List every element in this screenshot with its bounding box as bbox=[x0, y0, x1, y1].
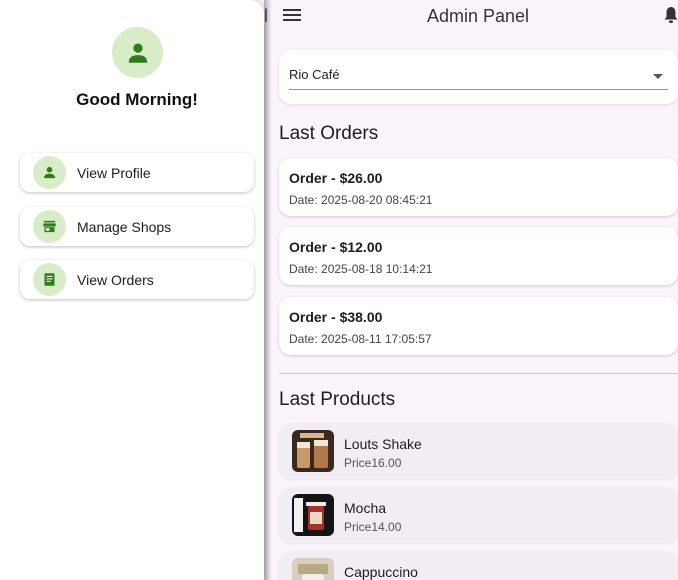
shop-selector-card: Rio Café bbox=[279, 50, 678, 104]
order-date: Date: 2025-08-18 10:14:21 bbox=[289, 262, 433, 276]
product-name: Louts Shake bbox=[344, 436, 422, 452]
order-date: Date: 2025-08-20 08:45:21 bbox=[289, 193, 433, 207]
product-thumbnail-mocha bbox=[292, 494, 334, 536]
product-card[interactable]: Cappuccino bbox=[279, 551, 678, 580]
last-products-title: Last Products bbox=[279, 389, 396, 410]
product-price: Price16.00 bbox=[344, 456, 402, 470]
nav-item-label: View Profile bbox=[77, 165, 151, 181]
nav-item-view-orders[interactable]: View Orders bbox=[20, 260, 254, 299]
order-date: Date: 2025-08-11 17:05:57 bbox=[289, 332, 432, 346]
notification-bell-icon[interactable] bbox=[663, 6, 678, 24]
order-title: Order - $12.00 bbox=[289, 239, 383, 255]
receipt-icon bbox=[33, 263, 66, 296]
page-title: Admin Panel bbox=[426, 6, 530, 26]
order-card[interactable]: Order - $38.00 Date: 2025-08-11 17:05:57 bbox=[279, 297, 678, 355]
person-icon bbox=[128, 43, 148, 63]
nav-item-label: Manage Shops bbox=[77, 219, 172, 235]
product-card[interactable]: Mocha Price14.00 bbox=[279, 487, 678, 543]
navigation-drawer: Good Morning! View Profile Manage Shops bbox=[0, 0, 264, 580]
nav-item-label: View Orders bbox=[77, 272, 154, 288]
greeting-text: Good Morning! bbox=[76, 90, 198, 109]
product-name: Cappuccino bbox=[344, 564, 418, 580]
last-orders-title: Last Orders bbox=[279, 123, 379, 144]
store-icon bbox=[33, 210, 66, 243]
order-title: Order - $38.00 bbox=[289, 309, 383, 325]
product-thumbnail-louts-shake bbox=[292, 430, 334, 472]
drawer-shadow bbox=[264, 0, 272, 580]
dropdown-arrow-icon bbox=[653, 74, 663, 79]
shop-dropdown[interactable]: Rio Café bbox=[289, 66, 668, 90]
nav-item-manage-shops[interactable]: Manage Shops bbox=[20, 207, 254, 246]
shop-dropdown-value: Rio Café bbox=[289, 67, 340, 82]
order-title: Order - $26.00 bbox=[289, 170, 383, 186]
section-divider bbox=[279, 373, 678, 374]
order-card[interactable]: Order - $12.00 Date: 2025-08-18 10:14:21 bbox=[279, 227, 678, 285]
nav-item-view-profile[interactable]: View Profile bbox=[20, 153, 254, 192]
avatar bbox=[112, 27, 163, 78]
product-card[interactable]: Louts Shake Price16.00 bbox=[279, 423, 678, 479]
order-card[interactable]: Order - $26.00 Date: 2025-08-20 08:45:21 bbox=[279, 158, 678, 216]
person-icon bbox=[33, 156, 66, 189]
product-thumbnail-cappuccino bbox=[292, 558, 334, 580]
product-name: Mocha bbox=[344, 500, 387, 516]
product-price: Price14.00 bbox=[344, 520, 402, 534]
